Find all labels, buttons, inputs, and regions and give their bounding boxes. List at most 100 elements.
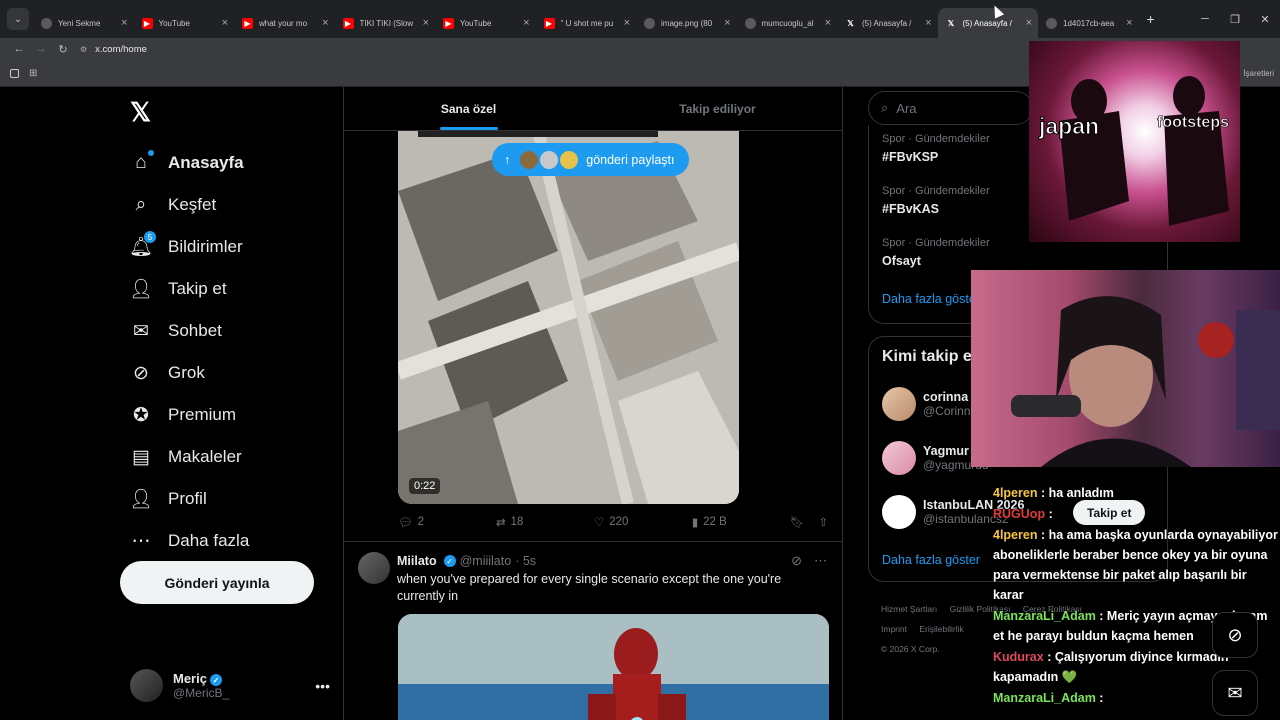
left-sidebar: 𝕏 ⌂ Anasayfa ⌕ Keşfet 🔔︎ 5 Bildirimler 👤︎ Takip …	[120, 87, 342, 720]
url-field[interactable]: ⚙ x.com/home	[80, 40, 147, 58]
sidebar-item-daha-fazla[interactable]: ⋯ Daha fazla	[130, 520, 250, 562]
repost-button[interactable]: ⇄ 18	[496, 515, 594, 529]
close-tab-icon[interactable]: ×	[624, 17, 630, 29]
browser-tab[interactable]: ▶ " U shot me pu ×	[536, 8, 637, 38]
close-tab-icon[interactable]: ×	[825, 17, 831, 29]
browser-tab[interactable]: image.png (80 ×	[636, 8, 737, 38]
timeline-tabs: Sana özel Takip ediliyor	[344, 87, 842, 131]
messages-fab-icon[interactable]: ✉	[1212, 670, 1258, 716]
trend-item[interactable]: Spor · Gündemdekiler #FBvKAS	[882, 185, 990, 216]
sidebar-item-label: Profil	[168, 489, 207, 508]
bookmark-app-icon[interactable]	[10, 68, 19, 78]
sidebar-item-ke-fet[interactable]: ⌕ Keşfet	[130, 184, 249, 226]
tab-for-you[interactable]: Sana özel	[344, 87, 593, 130]
post-time[interactable]: · 5s	[515, 554, 536, 568]
sidebar-item-profil[interactable]: 👤︎ Profil	[129, 478, 249, 520]
x-logo-icon[interactable]: 𝕏	[130, 97, 151, 128]
search-input[interactable]: ⌕ Ara	[868, 91, 1033, 125]
like-button[interactable]: ♡ 220	[594, 515, 692, 529]
grok-fab-icon[interactable]: ⊘	[1212, 612, 1258, 658]
trend-category: Spor · Gündemdekiler	[882, 185, 990, 197]
all-bookmarks-label[interactable]: İşaretleri	[1243, 69, 1274, 78]
back-arrow-icon[interactable]: ←	[8, 43, 30, 55]
avatar[interactable]	[358, 552, 390, 584]
reload-icon[interactable]: ↻	[52, 43, 74, 56]
new-posts-pill[interactable]: ↑ gönderi paylaştı	[492, 143, 689, 176]
suggested-user[interactable]: corinna @Corinn	[882, 387, 971, 421]
browser-tab[interactable]: ▶ TIKI TIKI (Slow ×	[335, 8, 436, 38]
account-switcher[interactable]: Meriç ✓ @MericB_ •••	[130, 669, 330, 702]
close-tab-icon[interactable]: ×	[724, 17, 730, 29]
browser-tab[interactable]: 1d4017cb-aea ×	[1038, 8, 1139, 38]
author-name[interactable]: Miilato	[397, 554, 437, 568]
minimize-icon[interactable]: ─	[1190, 13, 1220, 25]
browser-tab[interactable]: ▶ YouTube ×	[435, 8, 536, 38]
verified-badge-icon: ✪	[133, 404, 149, 426]
tab-search-button[interactable]: ⌄	[7, 8, 29, 30]
more-options-icon[interactable]: ⋯	[814, 553, 827, 569]
browser-tab[interactable]: mumcuoglu_al ×	[737, 8, 838, 38]
author-handle[interactable]: @miiilato	[460, 554, 512, 568]
grok-icon[interactable]: ⊘	[791, 553, 802, 569]
browser-tab[interactable]: Yeni Sekme ×	[33, 8, 134, 38]
verified-icon: ✓	[209, 674, 222, 687]
post-divider	[344, 541, 842, 542]
sidebar-item-takip-et[interactable]: 👤︎ Takip et	[129, 268, 249, 310]
browser-tab-strip: ⌄ Yeni Sekme × ▶ YouTube × ▶ what your mo × ▶ TIK…	[0, 0, 1280, 38]
sidebar-item-premium[interactable]: ✪ Premium	[130, 394, 249, 436]
chart-icon: ▮	[691, 517, 699, 529]
post-button[interactable]: Gönderi yayınla	[120, 561, 314, 604]
close-window-icon[interactable]: ✕	[1250, 13, 1280, 26]
chat-username: 4lperen	[993, 528, 1038, 542]
close-tab-icon[interactable]: ×	[121, 17, 127, 29]
youtube-icon: ▶	[342, 17, 354, 29]
views-button[interactable]: ▮ 22 B	[692, 515, 790, 529]
new-tab-icon[interactable]: +	[1147, 11, 1155, 27]
trend-item[interactable]: Spor · Gündemdekiler Ofsayt	[882, 237, 990, 268]
close-tab-icon[interactable]: ×	[523, 17, 529, 29]
sidebar-item-grok[interactable]: ⊘ Grok	[130, 352, 249, 394]
reply-button[interactable]: 💬︎ 2	[398, 515, 496, 529]
sidebar-item-anasayfa[interactable]: ⌂ Anasayfa	[130, 142, 249, 184]
profile-name: Meriç	[173, 670, 207, 686]
sidebar-item-label: Makaleler	[168, 447, 242, 466]
footer-link[interactable]: Imprint	[881, 624, 907, 634]
site-info-icon[interactable]: ⚙	[80, 45, 87, 54]
tab-following[interactable]: Takip ediliyor	[593, 87, 842, 130]
sidebar-item-sohbet[interactable]: ✉ Sohbet	[130, 310, 249, 352]
close-tab-icon[interactable]: ×	[925, 17, 931, 29]
close-tab-icon[interactable]: ×	[1126, 17, 1132, 29]
follow-chip-button[interactable]: Takip et	[1073, 500, 1146, 525]
show-more-trends-link[interactable]: Daha fazla göster	[882, 292, 980, 306]
browser-tab[interactable]: ▶ YouTube ×	[134, 8, 235, 38]
post-media[interactable]	[398, 614, 829, 720]
sidebar-item-label: Keşfet	[168, 195, 217, 214]
share-icon[interactable]: ⇧	[818, 515, 828, 529]
browser-tab[interactable]: 𝕏 (5) Anasayfa / ×	[937, 8, 1038, 38]
browser-tab[interactable]: 𝕏 (5) Anasayfa / ×	[837, 8, 938, 38]
trend-category: Spor · Gündemdekiler	[882, 237, 990, 249]
footer-link[interactable]: Erişilebilirlik	[919, 624, 963, 634]
sidebar-item-bildirimler[interactable]: 🔔︎ 5 Bildirimler	[129, 226, 249, 268]
sidebar-item-makaleler[interactable]: ▤ Makaleler	[130, 436, 249, 478]
bookmark-icon[interactable]: 🔖︎	[790, 515, 805, 529]
close-tab-icon[interactable]: ×	[222, 17, 228, 29]
more-options-icon[interactable]: •••	[315, 678, 330, 694]
show-more-follow-link[interactable]: Daha fazla göster	[882, 553, 980, 567]
apps-grid-icon[interactable]: ⊞	[29, 68, 37, 79]
close-tab-icon[interactable]: ×	[322, 17, 328, 29]
overlay-word-japan: japan	[1038, 113, 1100, 140]
footer-link[interactable]: Hizmet Şartları	[881, 604, 937, 614]
notification-badge: 5	[144, 231, 156, 243]
youtube-icon: ▶	[242, 17, 253, 29]
heart-icon: ♡	[593, 517, 605, 529]
browser-tab[interactable]: ▶ what your mo ×	[234, 8, 335, 38]
trend-name: #FBvKSP	[882, 150, 939, 164]
maximize-icon[interactable]: ❐	[1220, 13, 1250, 26]
close-tab-icon[interactable]: ×	[1026, 17, 1032, 29]
trend-item[interactable]: Spor · Gündemdekiler #FBvKSP	[882, 133, 990, 164]
home-icon: ⌂	[130, 150, 154, 174]
close-tab-icon[interactable]: ×	[423, 17, 429, 29]
video-player[interactable]: 0:22	[398, 131, 739, 504]
forward-arrow-icon[interactable]: →	[30, 43, 52, 55]
